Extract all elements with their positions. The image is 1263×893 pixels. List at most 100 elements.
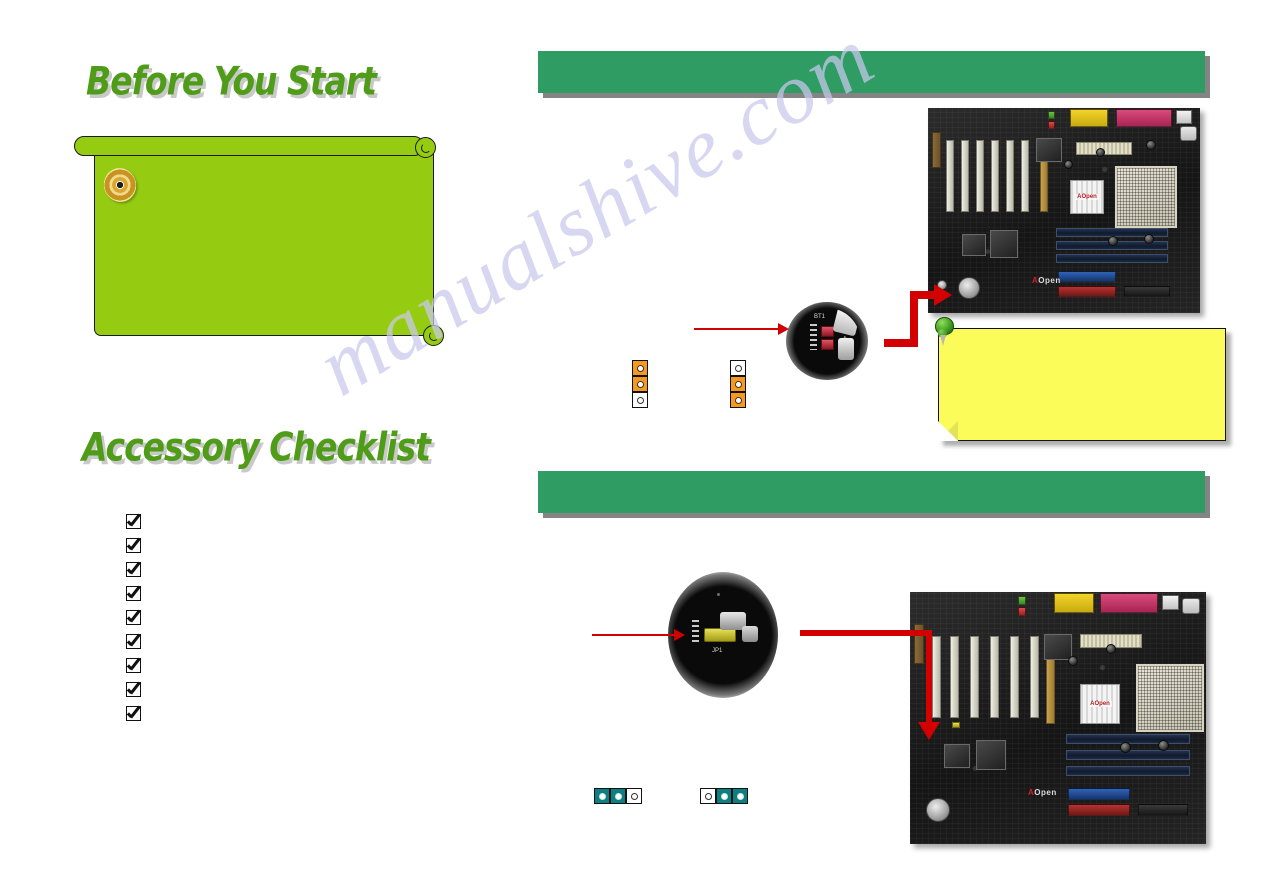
zoom-label-top: BT1 <box>814 314 826 320</box>
checkbox-checked-icon[interactable] <box>126 633 141 649</box>
section-banner-clear-cmos <box>538 51 1205 93</box>
capacitor <box>1144 234 1154 244</box>
list-item[interactable] <box>126 677 153 701</box>
battery-holder-clip <box>832 308 860 337</box>
bios-chip <box>1036 138 1062 162</box>
note-folded-corner <box>938 421 958 441</box>
serial-port-icon <box>1070 109 1108 127</box>
accessory-checklist <box>126 509 153 725</box>
adjacent-component <box>742 626 758 642</box>
pci-slot-5 <box>1006 140 1014 212</box>
pin-hole-icon <box>598 792 606 800</box>
arrow-line-board-to-zoom <box>800 630 932 636</box>
page-title-before-you-start: Before You Start <box>86 58 377 105</box>
checkbox-checked-icon[interactable] <box>126 513 141 529</box>
checkbox-checked-icon[interactable] <box>126 609 141 625</box>
jumper-cap-red-2 <box>821 339 834 350</box>
cpu-socket <box>1136 664 1204 732</box>
pci-slot-2 <box>950 636 959 718</box>
jumper-pin-3[interactable] <box>632 392 648 408</box>
usb-port-icon <box>1162 595 1179 610</box>
page-title-accessory-checklist: Accessory Checklist <box>82 424 431 471</box>
jumper-pin-2[interactable] <box>610 788 626 804</box>
checkbox-checked-icon[interactable] <box>126 681 141 697</box>
intro-scroll-box <box>74 136 444 346</box>
jumper-diagram-clear-cmos[interactable] <box>730 360 746 408</box>
scroll-curl-top-right-icon <box>415 137 436 158</box>
jumper-pin-1[interactable] <box>632 360 648 376</box>
checkbox-checked-icon[interactable] <box>126 537 141 553</box>
list-item[interactable] <box>126 581 153 605</box>
pci-slot-1 <box>932 636 941 718</box>
ps2-mouse-port <box>1048 121 1055 129</box>
pin-header-dots <box>810 324 817 350</box>
arrow-head-down-to-jumper <box>918 722 940 740</box>
amr-slot <box>932 132 941 168</box>
jumper-pin-1[interactable] <box>730 360 746 376</box>
floppy-connector <box>1138 804 1188 816</box>
jumper-diagram-mode-left[interactable] <box>594 788 642 804</box>
ide-connector-secondary <box>1068 804 1130 816</box>
jumper-pin-3[interactable] <box>732 788 748 804</box>
manual-page: Before You Start Accessory Checklist AOp… <box>0 0 1263 893</box>
list-item[interactable] <box>126 509 153 533</box>
arrow-line-to-cpu-zoom <box>592 634 676 636</box>
pin-hole-icon <box>734 396 742 404</box>
pin-hole-icon <box>630 792 638 800</box>
list-item[interactable] <box>126 653 153 677</box>
jumper-pin-2[interactable] <box>716 788 732 804</box>
via-hole <box>716 592 721 597</box>
pin-hole-icon <box>734 380 742 388</box>
list-item[interactable] <box>126 629 153 653</box>
section-banner-cpu-jumper <box>538 471 1205 513</box>
pci-slot-5 <box>1010 636 1019 718</box>
arrow-segment-horizontal-2 <box>910 291 936 299</box>
motherboard-photo-top: AOpen AOpen <box>928 108 1200 313</box>
arrow-head-to-board <box>934 284 952 306</box>
cmos-battery <box>926 798 950 822</box>
ide-connector-secondary <box>1058 286 1116 297</box>
super-io-chip <box>962 234 986 256</box>
jumper-pin-2[interactable] <box>730 376 746 392</box>
pin-hole-icon <box>736 792 744 800</box>
usb-port-icon <box>1176 110 1192 124</box>
cmos-battery <box>958 277 980 299</box>
agp-slot <box>1046 654 1055 724</box>
jumper-pin-1[interactable] <box>700 788 716 804</box>
list-item[interactable] <box>126 701 153 725</box>
pci-slot-6 <box>1030 636 1039 718</box>
jumper-diagram-mode-right[interactable] <box>700 788 748 804</box>
pci-slot-3 <box>970 636 979 718</box>
checkbox-checked-icon[interactable] <box>126 657 141 673</box>
checkbox-checked-icon[interactable] <box>126 705 141 721</box>
arrow-segment-vertical <box>910 295 918 345</box>
aopen-chipset-logo: AOpen <box>1075 194 1099 200</box>
ide-connector-primary <box>1068 788 1130 800</box>
capacitor <box>1106 644 1116 654</box>
aopen-board-logo: AOpen <box>1028 788 1057 797</box>
cpu-socket <box>1115 166 1177 228</box>
list-item[interactable] <box>126 533 153 557</box>
ide-connector-primary <box>1058 271 1116 282</box>
aopen-board-logo: AOpen <box>1032 276 1061 285</box>
jumper-pin-2[interactable] <box>632 376 648 392</box>
pin-hole-icon <box>636 364 644 372</box>
list-item[interactable] <box>126 605 153 629</box>
capacitor <box>1146 140 1156 150</box>
pin-hole-icon <box>636 380 644 388</box>
jumper-pin-3[interactable] <box>626 788 642 804</box>
checkbox-checked-icon[interactable] <box>126 585 141 601</box>
bios-chip <box>1044 634 1072 660</box>
capacitor <box>1108 236 1118 246</box>
jumper-pin-3[interactable] <box>730 392 746 408</box>
aopen-chipset-logo: AOpen <box>1088 701 1112 707</box>
list-item[interactable] <box>126 557 153 581</box>
checkbox-checked-icon[interactable] <box>126 561 141 577</box>
parallel-port-icon <box>1116 109 1172 127</box>
jumper-cap-yellow <box>704 628 736 642</box>
jumper-diagram-normal-operation[interactable] <box>632 360 648 408</box>
pin-hole-icon <box>636 396 644 404</box>
chipset-heatsink: AOpen <box>1080 684 1120 724</box>
jumper-pin-1[interactable] <box>594 788 610 804</box>
zoom-label-jumper: JP1 <box>712 648 723 654</box>
